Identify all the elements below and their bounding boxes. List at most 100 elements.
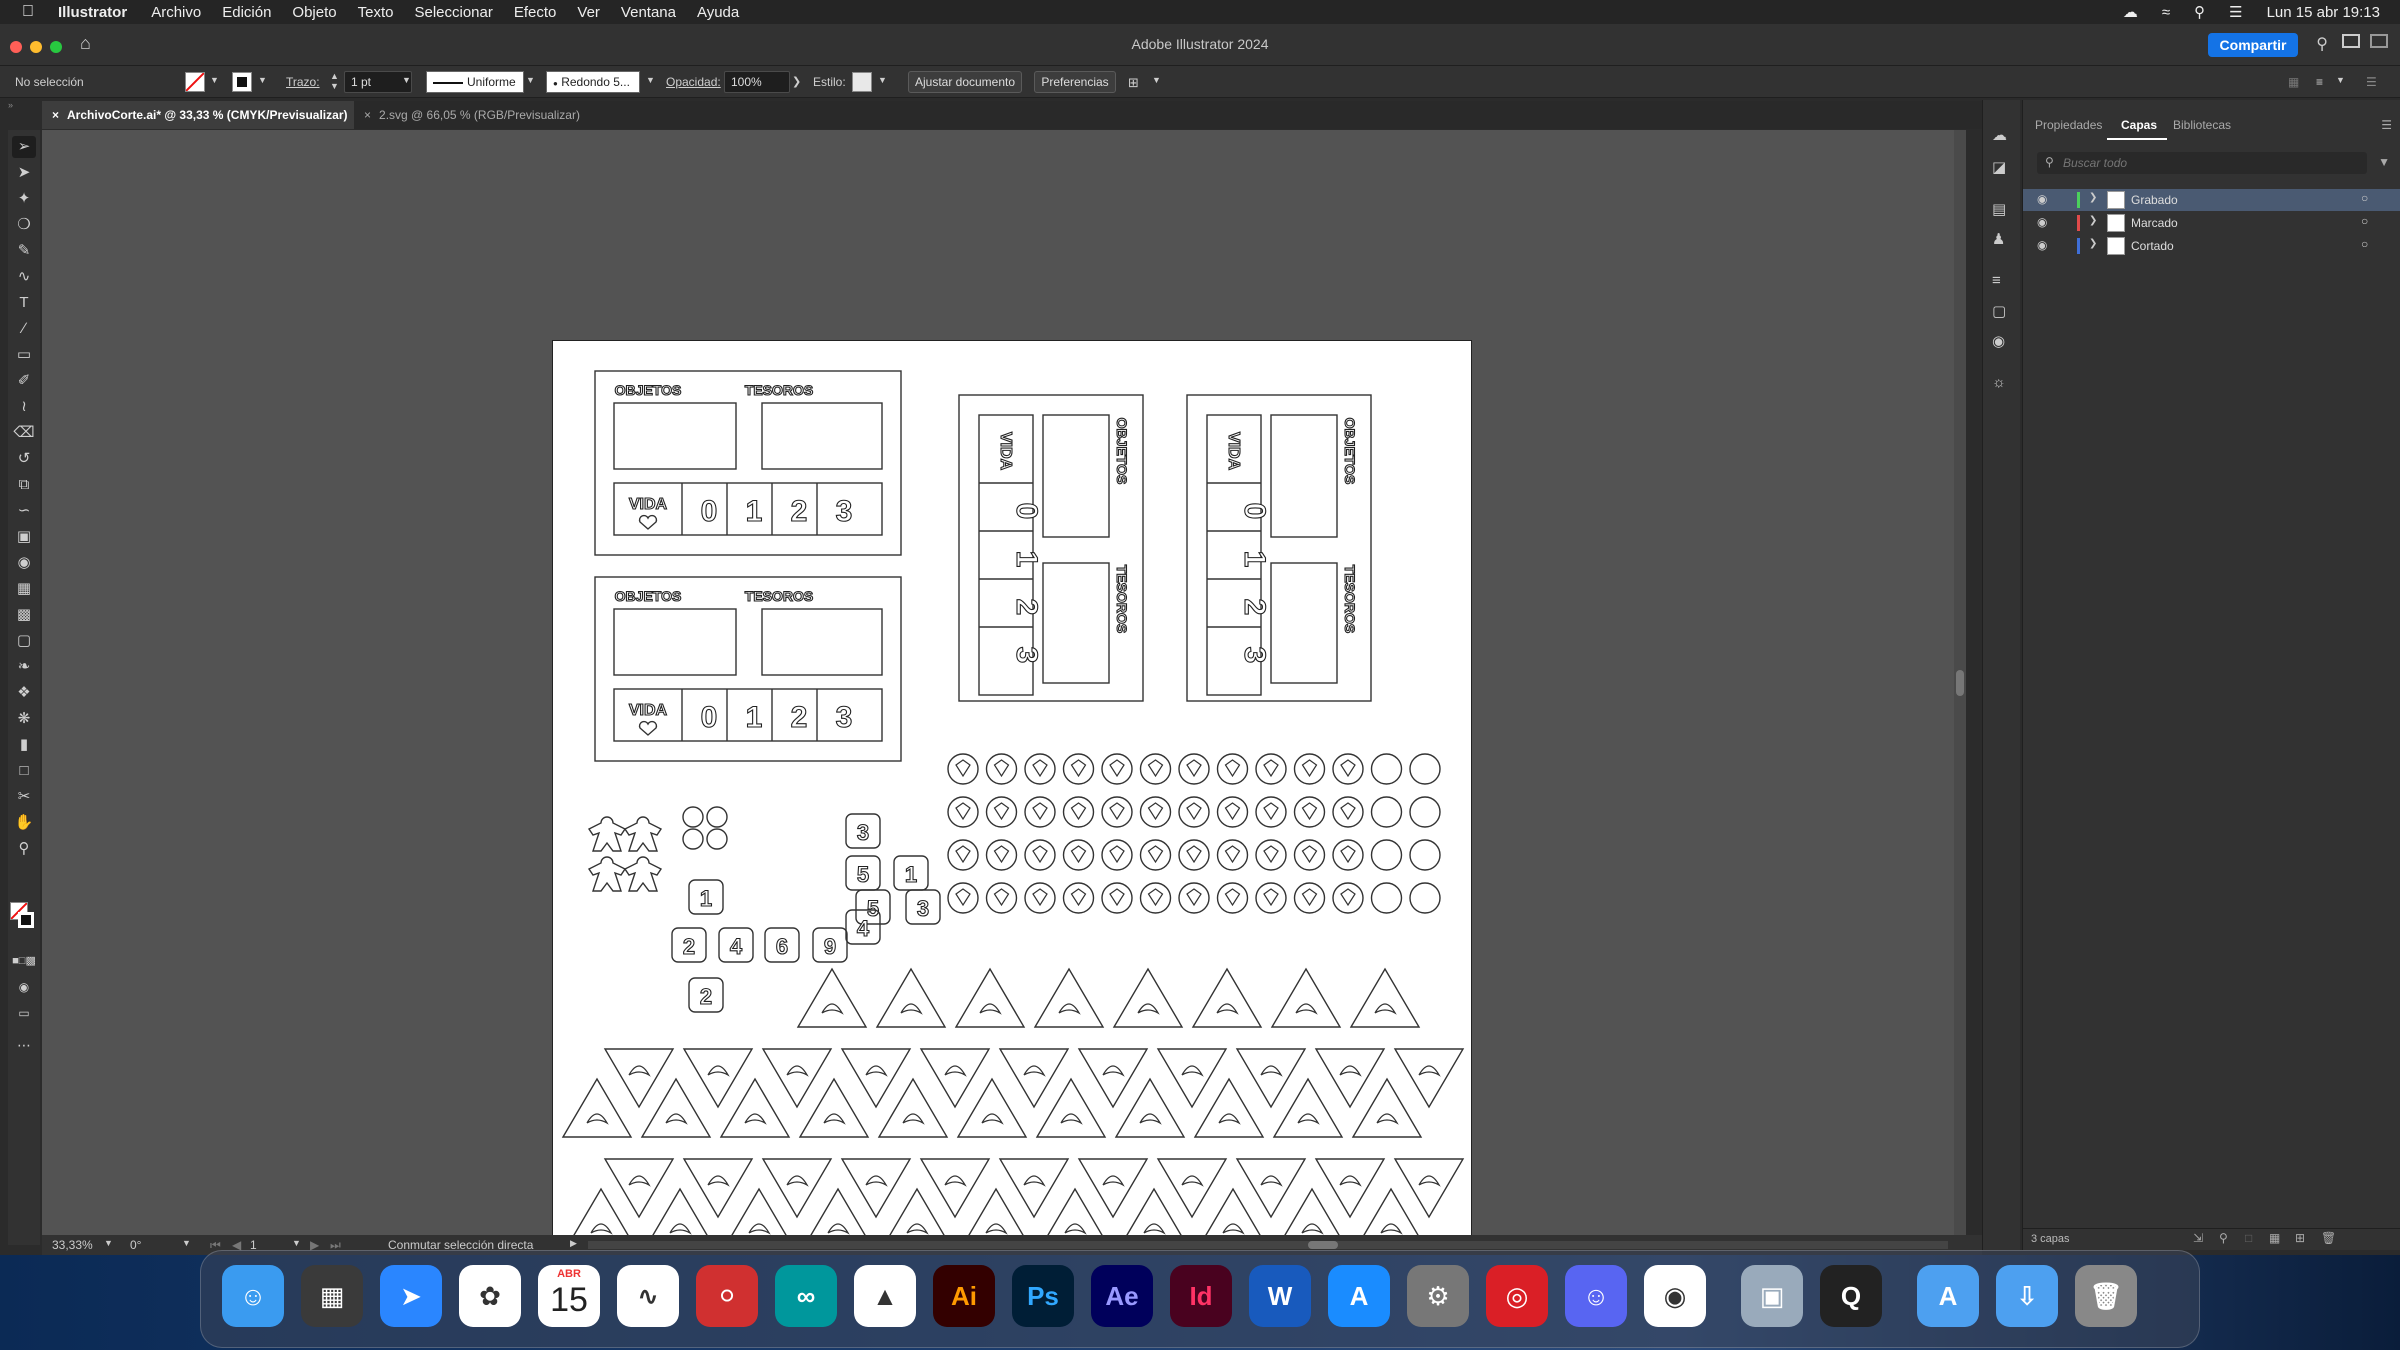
- clipping-mask-icon[interactable]: □: [2245, 1231, 2252, 1245]
- dock-app-freeform[interactable]: ∿: [617, 1265, 679, 1327]
- horizontal-scrollbar[interactable]: [588, 1241, 1948, 1249]
- menu-archivo[interactable]: Archivo: [151, 4, 201, 21]
- locate-object-icon[interactable]: ⚲: [2219, 1231, 2228, 1245]
- tab-layers[interactable]: Capas: [2121, 118, 2157, 132]
- appearance-icon[interactable]: ☼: [1992, 374, 2006, 391]
- image-trace-icon[interactable]: ◪: [1992, 158, 2006, 176]
- stroke-stepper-icon[interactable]: ▲ ▼: [330, 71, 339, 91]
- rotate-tool-icon[interactable]: ↺: [12, 448, 36, 470]
- target-circle-icon[interactable]: ○: [2361, 237, 2368, 251]
- control-center-icon[interactable]: ☰: [2229, 3, 2242, 21]
- shape-builder-icon[interactable]: ◉: [12, 552, 36, 574]
- search-icon[interactable]: ⚲: [2316, 34, 2328, 54]
- artboards-icon[interactable]: ▤: [1992, 200, 2006, 218]
- collect-export-icon[interactable]: ⇲: [2193, 1231, 2203, 1245]
- fill-swatch[interactable]: [185, 72, 205, 92]
- align-icon[interactable]: ≡: [2316, 75, 2323, 89]
- transform-icon[interactable]: ▦: [2288, 75, 2299, 89]
- tab-properties[interactable]: Propiedades: [2035, 118, 2102, 132]
- menu-texto[interactable]: Texto: [358, 4, 394, 21]
- mesh-tool-icon[interactable]: ▩: [12, 604, 36, 626]
- layer-row-grabado[interactable]: ◉ ❯ Grabado ○: [2023, 189, 2400, 211]
- dock-app-id[interactable]: Id: [1170, 1265, 1232, 1327]
- screen-mode-icon[interactable]: ▭: [12, 1002, 36, 1024]
- dock-app-ajustes[interactable]: ⚙: [1407, 1265, 1469, 1327]
- rotation-value[interactable]: 0°: [130, 1238, 141, 1252]
- arrange-dropdown-icon[interactable]: ▼: [1152, 75, 1161, 85]
- direct-selection-tool-icon[interactable]: ➤: [12, 162, 36, 184]
- panel-menu-icon[interactable]: ☰: [2366, 75, 2377, 89]
- layer-name[interactable]: Grabado: [2131, 193, 2178, 207]
- clock[interactable]: Lun 15 abr 19:13: [2267, 4, 2380, 21]
- document-setup-button[interactable]: Ajustar documento: [908, 71, 1022, 93]
- magic-wand-icon[interactable]: ✦: [12, 188, 36, 210]
- delete-layer-icon[interactable]: 🗑: [2321, 1231, 2336, 1245]
- visibility-eye-icon[interactable]: ◉: [2037, 192, 2047, 206]
- opacity-arrow-icon[interactable]: ❯: [792, 75, 801, 88]
- graphic-style-swatch[interactable]: [852, 72, 872, 92]
- visibility-eye-icon[interactable]: ◉: [2037, 238, 2047, 252]
- new-sublayer-icon[interactable]: ▦: [2269, 1231, 2280, 1245]
- fill-dropdown-icon[interactable]: ▼: [210, 75, 219, 85]
- free-transform-icon[interactable]: ▣: [12, 526, 36, 548]
- gradient-panel-icon[interactable]: ▢: [1992, 302, 2006, 320]
- target-circle-icon[interactable]: ○: [2361, 191, 2368, 205]
- zoom-level[interactable]: 33,33%: [52, 1238, 93, 1252]
- slice-tool-icon[interactable]: ✂: [12, 786, 36, 808]
- close-tab-icon[interactable]: ×: [52, 108, 59, 122]
- profile-dropdown-icon[interactable]: ▼: [526, 75, 535, 85]
- new-layer-icon[interactable]: ⊞: [2295, 1231, 2305, 1245]
- stroke-swatch[interactable]: [232, 72, 252, 92]
- creative-cloud-status-icon[interactable]: ☁: [2123, 3, 2138, 21]
- expand-chevron-icon[interactable]: ❯: [2089, 238, 2097, 249]
- scale-tool-icon[interactable]: ⧉: [12, 474, 36, 496]
- vertical-scrollbar[interactable]: [1954, 130, 1966, 1235]
- dock-app-ae[interactable]: Ae: [1091, 1265, 1153, 1327]
- close-tab-icon[interactable]: ×: [364, 108, 371, 122]
- stroke-panel-icon[interactable]: ≡: [1992, 272, 2001, 289]
- color-mode-icon[interactable]: ■□▩: [12, 950, 36, 972]
- dock-app-fotos[interactable]: ✿: [459, 1265, 521, 1327]
- stroke-label[interactable]: Trazo:: [286, 75, 320, 89]
- dock-app-instruments[interactable]: ⚪: [696, 1265, 758, 1327]
- status-arrow-icon[interactable]: ▶: [570, 1238, 577, 1249]
- menu-ventana[interactable]: Ventana: [621, 4, 676, 21]
- opacity-label[interactable]: Opacidad:: [666, 75, 721, 89]
- draw-mode-icon[interactable]: ◉: [12, 976, 36, 998]
- pen-tool-icon[interactable]: ✎: [12, 240, 36, 262]
- line-tool-icon[interactable]: ∕: [12, 318, 36, 340]
- align-dropdown-icon[interactable]: ▼: [2336, 75, 2345, 85]
- layer-row-marcado[interactable]: ◉ ❯ Marcado ○: [2023, 212, 2400, 234]
- menu-app[interactable]: Illustrator: [58, 4, 127, 21]
- spotlight-icon[interactable]: ⚲: [2194, 3, 2205, 21]
- visibility-eye-icon[interactable]: ◉: [2037, 215, 2047, 229]
- canvas-area[interactable]: OBJETOS TESOROS 0 1 2 3 VIDA OBJETOS TESOROS 0 1 2 3…: [42, 130, 1966, 1260]
- dock-app-arduino[interactable]: ∞: [775, 1265, 837, 1327]
- dock-app-word[interactable]: W: [1249, 1265, 1311, 1327]
- dock-app-inkscape[interactable]: ▲: [854, 1265, 916, 1327]
- apple-icon[interactable]: : [22, 3, 44, 21]
- paintbrush-icon[interactable]: ✐: [12, 370, 36, 392]
- dock-app-quicktime[interactable]: Q: [1820, 1265, 1882, 1327]
- zoom-tool-icon[interactable]: ⚲: [12, 838, 36, 860]
- collapse-toolbar-icon[interactable]: »: [8, 100, 13, 110]
- artboard-dropdown-icon[interactable]: ▼: [292, 1238, 301, 1248]
- variable-width-profile[interactable]: Uniforme: [426, 71, 524, 93]
- stroke-weight-dropdown-icon[interactable]: ▼: [402, 75, 411, 85]
- arrange-icon[interactable]: ⊞: [1128, 75, 1139, 91]
- zoom-dropdown-icon[interactable]: ▼: [104, 1238, 113, 1248]
- tab-archivocorte[interactable]: × ArchivoCorte.ai* @ 33,33 % (CMYK/Previs…: [42, 101, 354, 129]
- share-button[interactable]: Compartir: [2208, 33, 2298, 57]
- gradient-tool-icon[interactable]: ▢: [12, 630, 36, 652]
- opacity-field[interactable]: 100%: [724, 71, 790, 93]
- lasso-icon[interactable]: ❍: [12, 214, 36, 236]
- layer-search-input[interactable]: [2063, 154, 2353, 172]
- hand-tool-icon[interactable]: ✋: [12, 812, 36, 834]
- style-dropdown-icon[interactable]: ▼: [878, 75, 887, 85]
- brush-dropdown-icon[interactable]: ▼: [646, 75, 655, 85]
- perspective-grid-icon[interactable]: ▦: [12, 578, 36, 600]
- layer-row-cortado[interactable]: ◉ ❯ Cortado ○: [2023, 235, 2400, 257]
- brush-definition[interactable]: ● Redondo 5...: [546, 71, 640, 93]
- dock-app-preview[interactable]: ▣: [1741, 1265, 1803, 1327]
- preferences-button[interactable]: Preferencias: [1034, 71, 1116, 93]
